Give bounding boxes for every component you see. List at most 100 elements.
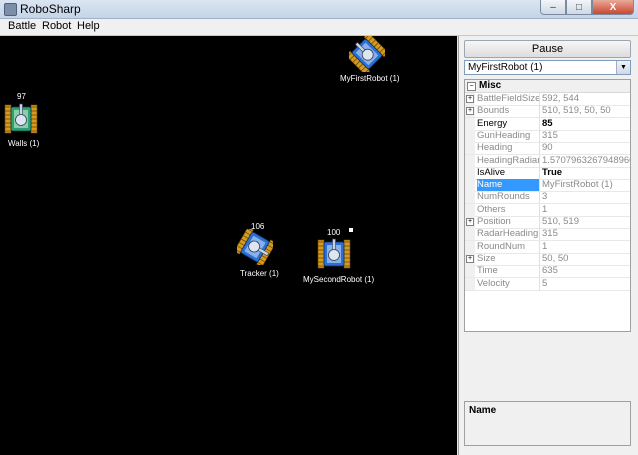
property-row[interactable]: + BattleFieldSize 592, 544: [465, 93, 630, 106]
expand-icon[interactable]: +: [466, 107, 474, 116]
property-gutter: [465, 240, 475, 253]
property-row[interactable]: IsAlive True: [465, 166, 630, 180]
property-row[interactable]: + Bounds 510, 519, 50, 50: [465, 105, 630, 119]
property-name: Others: [477, 203, 540, 216]
property-row[interactable]: Velocity 5: [465, 277, 630, 291]
property-gutter: [465, 166, 475, 179]
maximize-button[interactable]: □: [566, 0, 592, 15]
property-row[interactable]: Name MyFirstRobot (1): [465, 179, 630, 193]
property-row[interactable]: HeadingRadians1.5707963267948966: [465, 154, 630, 168]
property-name: IsAlive: [477, 166, 540, 179]
battlefield[interactable]: MyFirstRobot (1) 97 Walls (1) 106 Tracke…: [0, 36, 457, 455]
property-row[interactable]: + Size 50, 50: [465, 252, 630, 266]
menu-battle[interactable]: Battle: [8, 20, 36, 32]
robot-select-value: MyFirstRobot (1): [468, 62, 543, 73]
minimize-button[interactable]: –: [540, 0, 566, 15]
property-value[interactable]: 1: [542, 204, 630, 216]
side-panel: Pause MyFirstRobot (1) ▼ − Misc + BattleF…: [458, 36, 638, 455]
collapse-icon[interactable]: −: [467, 82, 476, 91]
property-row[interactable]: RadarHeading 315: [465, 228, 630, 242]
property-name: HeadingRadians: [477, 154, 540, 167]
property-value[interactable]: 3: [542, 191, 630, 203]
close-button[interactable]: X: [592, 0, 634, 15]
category-row[interactable]: − Misc: [465, 80, 630, 93]
property-value[interactable]: 1: [542, 241, 630, 253]
expand-icon[interactable]: +: [466, 95, 474, 103]
property-name: Size: [477, 252, 540, 265]
property-name: RoundNum: [477, 240, 540, 253]
property-value[interactable]: 635: [542, 265, 630, 277]
property-value[interactable]: 5: [542, 278, 630, 290]
property-name: GunHeading: [477, 129, 540, 142]
property-row[interactable]: NumRounds 3: [465, 191, 630, 205]
expand-icon[interactable]: +: [466, 254, 474, 263]
chevron-down-icon[interactable]: ▼: [616, 61, 630, 74]
property-gutter: [465, 142, 475, 155]
robot-myfirstrobot[interactable]: [349, 36, 385, 72]
description-panel: Name: [464, 401, 631, 446]
robot-label: Walls (1): [8, 139, 40, 148]
robot-energy: 97: [17, 92, 26, 101]
robot-select[interactable]: MyFirstRobot (1) ▼: [464, 60, 631, 75]
property-value[interactable]: 90: [542, 142, 630, 154]
property-value[interactable]: 1.5707963267948966: [542, 155, 630, 167]
property-row[interactable]: Others 1: [465, 203, 630, 217]
property-gutter: [465, 191, 475, 204]
property-value[interactable]: 315: [542, 130, 630, 142]
property-row[interactable]: Time 635: [465, 265, 630, 279]
property-gutter: +: [465, 252, 475, 265]
expand-icon[interactable]: +: [466, 218, 474, 226]
property-value[interactable]: 510, 519, 50, 50: [542, 105, 630, 117]
property-gutter: [465, 179, 475, 192]
menu-bar: Battle Robot Help: [0, 19, 638, 36]
property-name: Name: [477, 179, 540, 192]
property-name: Velocity: [477, 277, 540, 290]
property-value[interactable]: 85: [542, 118, 630, 130]
property-gutter: [465, 129, 475, 142]
robot-label: MySecondRobot (1): [303, 275, 375, 284]
property-name: Position: [477, 216, 540, 228]
window-title: RoboSharp: [20, 2, 81, 16]
robot-walls[interactable]: [3, 101, 39, 137]
property-name: Heading: [477, 142, 540, 155]
property-value[interactable]: True: [542, 167, 630, 179]
property-row[interactable]: RoundNum 1: [465, 240, 630, 254]
property-name: RadarHeading: [477, 228, 540, 241]
property-gutter: [465, 203, 475, 216]
property-value[interactable]: 315: [542, 228, 630, 240]
property-row[interactable]: GunHeading 315: [465, 129, 630, 143]
property-gutter: [465, 117, 475, 130]
property-value[interactable]: 592, 544: [542, 93, 630, 105]
property-row[interactable]: Heading 90: [465, 142, 630, 156]
property-gutter: +: [465, 105, 475, 118]
menu-help[interactable]: Help: [77, 20, 100, 32]
title-bar: RoboSharp – □ X: [0, 0, 638, 19]
property-gutter: +: [465, 93, 475, 105]
property-name: Energy: [477, 117, 540, 130]
robot-tracker[interactable]: [237, 229, 273, 265]
property-row[interactable]: + Position 510, 519: [465, 216, 630, 229]
property-name: Time: [477, 265, 540, 278]
property-value[interactable]: MyFirstRobot (1): [542, 179, 630, 191]
robot-label: MyFirstRobot (1): [340, 74, 400, 83]
property-value[interactable]: 50, 50: [542, 253, 630, 265]
pause-button[interactable]: Pause: [464, 40, 631, 58]
bullet: [349, 228, 353, 232]
window-controls: – □ X: [540, 0, 634, 15]
property-row[interactable]: Energy 85: [465, 117, 630, 131]
category-label: Misc: [479, 80, 502, 91]
property-gutter: +: [465, 216, 475, 228]
app-icon: [4, 3, 17, 16]
property-grid: − Misc + BattleFieldSize 592, 544 + Bounds 51…: [464, 79, 631, 332]
robot-label: Tracker (1): [240, 269, 279, 278]
property-name: NumRounds: [477, 191, 540, 204]
property-name: BattleFieldSize: [477, 93, 540, 105]
menu-robot[interactable]: Robot: [42, 20, 71, 32]
robot-mysecondrobot[interactable]: [316, 236, 352, 272]
property-gutter: [465, 277, 475, 290]
property-gutter: [465, 265, 475, 278]
property-gutter: [465, 154, 475, 167]
property-value[interactable]: 510, 519: [542, 216, 630, 228]
gun-turret: [328, 249, 340, 261]
gun-turret: [15, 114, 27, 126]
